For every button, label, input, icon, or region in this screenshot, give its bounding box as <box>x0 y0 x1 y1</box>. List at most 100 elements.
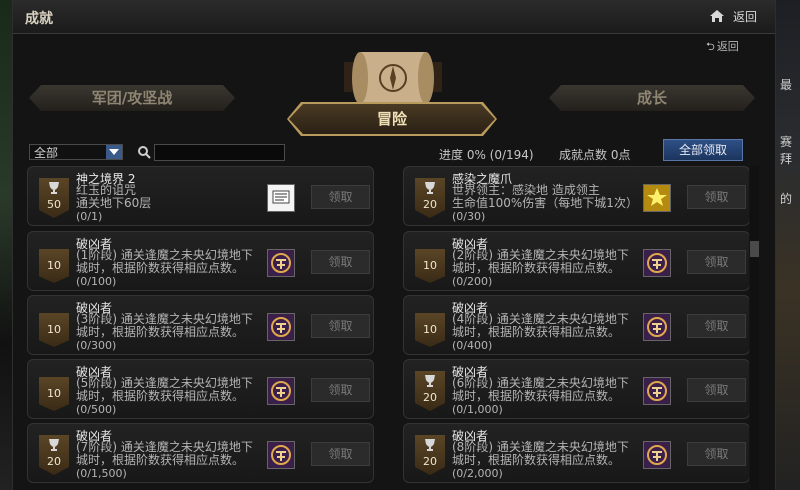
description-line: 城时，根据阶数获得相应点数。 <box>452 389 621 403</box>
category-select[interactable]: 全部 <box>29 144 123 160</box>
achievement-card: 50 神之境界 2 红玉的诅咒 通关地下60层 (0/1) 领取 <box>27 166 374 226</box>
progress-text: 进度 0% (0/194) <box>439 148 534 162</box>
claim-button[interactable]: 领取 <box>311 378 370 402</box>
return-button[interactable]: ⮌ 返回 <box>706 38 739 57</box>
achievement-progress: (0/500) <box>76 403 117 416</box>
back-button[interactable]: 返回 <box>733 8 757 25</box>
achievement-description: 红玉的诅咒 通关地下60层 <box>76 184 151 210</box>
badge-points: 10 <box>47 259 61 272</box>
points-badge: 10 <box>415 313 445 347</box>
achievement-progress: (0/100) <box>76 275 117 288</box>
claim-button[interactable]: 领取 <box>311 314 370 338</box>
description-line: 城时，根据阶数获得相应点数。 <box>452 261 621 275</box>
trophy-icon <box>49 182 59 194</box>
reward-emblem-icon[interactable] <box>643 249 671 277</box>
description-line: 城时，根据阶数获得相应点数。 <box>452 453 621 467</box>
achievement-list: 50 神之境界 2 红玉的诅咒 通关地下60层 (0/1) 领取 20 感染之魔爪 世界领主：感… <box>27 166 749 490</box>
achievement-description: (7阶段) 通关逢魔之未央幻境地下 城时，根据阶数获得相应点数。 <box>76 441 253 467</box>
background-right: 最 赛拜 的 <box>774 0 800 490</box>
claim-button[interactable]: 领取 <box>311 185 370 209</box>
points-badge: 20 <box>415 371 445 411</box>
trophy-icon <box>425 182 435 194</box>
achievement-card: 10 破凶者 (1阶段) 通关逢魔之未央幻境地下 城时，根据阶数获得相应点数。 (0/1… <box>27 231 374 291</box>
reward-emblem-icon[interactable] <box>267 313 295 341</box>
claim-all-button[interactable]: 全部领取 <box>663 139 743 161</box>
reward-scroll-icon[interactable] <box>267 184 295 212</box>
description-line: 城时，根据阶数获得相应点数。 <box>76 261 245 275</box>
points-badge: 10 <box>39 313 69 347</box>
badge-points: 20 <box>47 455 61 468</box>
claim-button[interactable]: 领取 <box>687 185 746 209</box>
achievement-card: 20 破凶者 (8阶段) 通关逢魔之未央幻境地下 城时，根据阶数获得相应点数。 (0/2… <box>403 423 749 483</box>
achievement-description: (5阶段) 通关逢魔之未央幻境地下 城时，根据阶数获得相应点数。 <box>76 377 253 403</box>
achievement-progress: (0/2,000) <box>452 467 503 480</box>
achievement-progress: (0/1) <box>76 210 103 223</box>
achievement-card: 20 破凶者 (6阶段) 通关逢魔之未央幻境地下 城时，根据阶数获得相应点数。 (0/1… <box>403 359 749 419</box>
reward-emblem-icon[interactable] <box>267 377 295 405</box>
home-icon[interactable] <box>710 10 724 22</box>
search-input[interactable] <box>154 144 285 161</box>
title-bar: 成就 返回 <box>13 0 775 34</box>
description-line: 城时，根据阶数获得相应点数。 <box>452 325 621 339</box>
claim-button[interactable]: 领取 <box>687 250 746 274</box>
reward-emblem-icon[interactable] <box>643 377 671 405</box>
badge-points: 10 <box>47 323 61 336</box>
achievement-description: (2阶段) 通关逢魔之未央幻境地下 城时，根据阶数获得相应点数。 <box>452 249 629 275</box>
description-line: 生命值100%伤害（每地下城1次） <box>452 196 638 210</box>
achievement-window: 成就 返回 ⮌ 返回 军团/攻坚战 成长 冒险 全部 进度 0% (0/194) … <box>12 0 776 490</box>
achievement-card: 20 感染之魔爪 世界领主：感染地 造成领主 生命值100%伤害（每地下城1次） (0/… <box>403 166 749 226</box>
points-badge: 20 <box>415 178 445 218</box>
background-text: 赛拜 <box>780 135 793 166</box>
claim-button[interactable]: 领取 <box>687 378 746 402</box>
reward-emblem-icon[interactable] <box>267 249 295 277</box>
points-badge: 10 <box>39 377 69 411</box>
points-badge: 20 <box>415 435 445 475</box>
badge-points: 10 <box>423 323 437 336</box>
claim-button[interactable]: 领取 <box>311 250 370 274</box>
trophy-icon <box>425 375 435 387</box>
points-text: 成就点数 0点 <box>559 148 631 162</box>
return-label: 返回 <box>716 40 739 53</box>
scrollbar[interactable] <box>750 165 759 490</box>
tab-legion[interactable]: 军团/攻坚战 <box>29 85 235 111</box>
badge-points: 20 <box>423 391 437 404</box>
achievement-progress: (0/400) <box>452 339 493 352</box>
achievement-progress: (0/200) <box>452 275 493 288</box>
achievement-card: 10 破凶者 (2阶段) 通关逢魔之未央幻境地下 城时，根据阶数获得相应点数。 (0/2… <box>403 231 749 291</box>
description-line: 城时，根据阶数获得相应点数。 <box>76 325 245 339</box>
achievement-description: (6阶段) 通关逢魔之未央幻境地下 城时，根据阶数获得相应点数。 <box>452 377 629 403</box>
reward-emblem-icon[interactable] <box>643 313 671 341</box>
reward-emblem-icon[interactable] <box>267 441 295 469</box>
achievement-progress: (0/300) <box>76 339 117 352</box>
badge-points: 20 <box>423 455 437 468</box>
achievement-progress: (0/1,000) <box>452 403 503 416</box>
search-icon[interactable] <box>137 145 151 159</box>
claim-button[interactable]: 领取 <box>687 442 746 466</box>
badge-points: 50 <box>47 198 61 211</box>
return-arrow-icon: ⮌ <box>706 40 715 53</box>
reward-emblem-icon[interactable] <box>643 441 671 469</box>
achievement-card: 10 破凶者 (5阶段) 通关逢魔之未央幻境地下 城时，根据阶数获得相应点数。 (0/5… <box>27 359 374 419</box>
achievement-progress: (0/1,500) <box>76 467 127 480</box>
description-line: 通关地下60层 <box>76 196 152 210</box>
trophy-icon <box>49 439 59 451</box>
badge-points: 10 <box>47 387 61 400</box>
achievement-description: (1阶段) 通关逢魔之未央幻境地下 城时，根据阶数获得相应点数。 <box>76 249 253 275</box>
points-badge: 50 <box>39 178 69 218</box>
reward-gold-icon[interactable] <box>643 184 671 212</box>
tab-adventure[interactable]: 冒险 <box>289 104 495 134</box>
scroll-compass-icon <box>344 52 442 104</box>
window-title: 成就 <box>25 11 53 27</box>
scroll-thumb[interactable] <box>750 241 759 257</box>
badge-points: 10 <box>423 259 437 272</box>
points-badge: 10 <box>415 249 445 283</box>
chevron-down-icon[interactable] <box>106 145 122 159</box>
tab-growth[interactable]: 成长 <box>549 85 755 111</box>
category-select-value: 全部 <box>34 146 59 160</box>
achievement-description: (8阶段) 通关逢魔之未央幻境地下 城时，根据阶数获得相应点数。 <box>452 441 629 467</box>
achievement-card: 10 破凶者 (3阶段) 通关逢魔之未央幻境地下 城时，根据阶数获得相应点数。 (0/3… <box>27 295 374 355</box>
claim-button[interactable]: 领取 <box>311 442 370 466</box>
achievement-card: 10 破凶者 (4阶段) 通关逢魔之未央幻境地下 城时，根据阶数获得相应点数。 (0/4… <box>403 295 749 355</box>
points-badge: 10 <box>39 249 69 283</box>
claim-button[interactable]: 领取 <box>687 314 746 338</box>
